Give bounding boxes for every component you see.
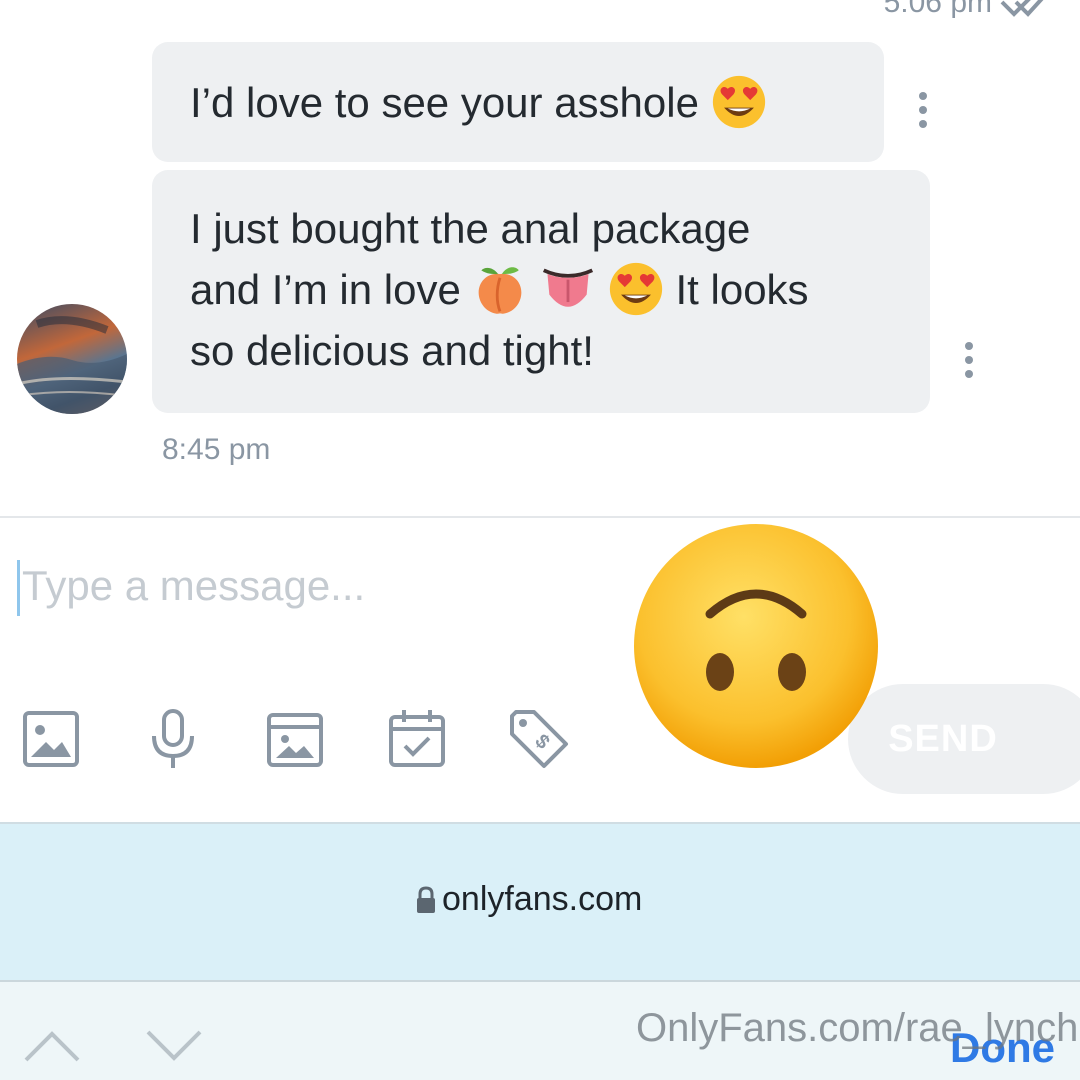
message-options-icon[interactable] bbox=[917, 90, 929, 130]
avatar-image-icon bbox=[17, 316, 127, 414]
message-time: 8:45 pm bbox=[162, 433, 271, 466]
heart-eyes-emoji-icon bbox=[609, 262, 662, 316]
message-text: and I’m in love bbox=[190, 266, 461, 313]
tongue-emoji-icon bbox=[543, 268, 594, 307]
message-input[interactable] bbox=[22, 556, 582, 616]
vault-icon bbox=[267, 713, 323, 767]
schedule-icon bbox=[389, 710, 445, 767]
message-line: I’d love to see your asshole bbox=[190, 72, 884, 133]
price-tag-icon: $ bbox=[510, 710, 568, 768]
text-cursor bbox=[17, 560, 20, 616]
double-check-icon bbox=[1000, 0, 1044, 17]
image-icon bbox=[23, 711, 79, 767]
avatar[interactable] bbox=[17, 304, 127, 414]
message-bubble: I’d love to see your asshole bbox=[152, 42, 884, 162]
message-line: I just bought the anal package bbox=[190, 205, 751, 252]
watermark: OnlyFans.com/rae_lynch bbox=[636, 1006, 1079, 1050]
message-line: so delicious and tight! bbox=[190, 327, 594, 374]
image-button[interactable] bbox=[18, 706, 84, 772]
send-button[interactable]: SEND bbox=[848, 684, 1080, 794]
browser-url[interactable]: onlyfans.com bbox=[442, 880, 642, 919]
peach-emoji-icon bbox=[479, 267, 522, 314]
vault-button[interactable] bbox=[262, 706, 328, 772]
heart-eyes-emoji-icon bbox=[712, 75, 765, 129]
message-bubble: I just bought the anal package and I’m i… bbox=[152, 170, 930, 413]
message-line: and I’m in love It looks bbox=[190, 259, 910, 320]
chevron-down-icon[interactable] bbox=[144, 1026, 204, 1066]
upside-down-face-emoji-icon bbox=[634, 524, 878, 768]
lock-icon bbox=[417, 886, 435, 913]
message-options-icon[interactable] bbox=[963, 340, 975, 380]
composer-divider bbox=[0, 516, 1080, 518]
microphone-icon bbox=[152, 709, 194, 768]
message-text: It looks bbox=[675, 266, 809, 313]
previous-message-time: 5:06 pm bbox=[883, 0, 992, 19]
svg-text:$: $ bbox=[530, 730, 553, 753]
chevron-up-icon[interactable] bbox=[22, 1026, 82, 1066]
voice-message-button[interactable] bbox=[140, 706, 206, 772]
schedule-button[interactable] bbox=[384, 706, 450, 772]
price-tag-button[interactable]: $ bbox=[506, 706, 572, 772]
message-text: I’d love to see your asshole bbox=[190, 79, 699, 126]
